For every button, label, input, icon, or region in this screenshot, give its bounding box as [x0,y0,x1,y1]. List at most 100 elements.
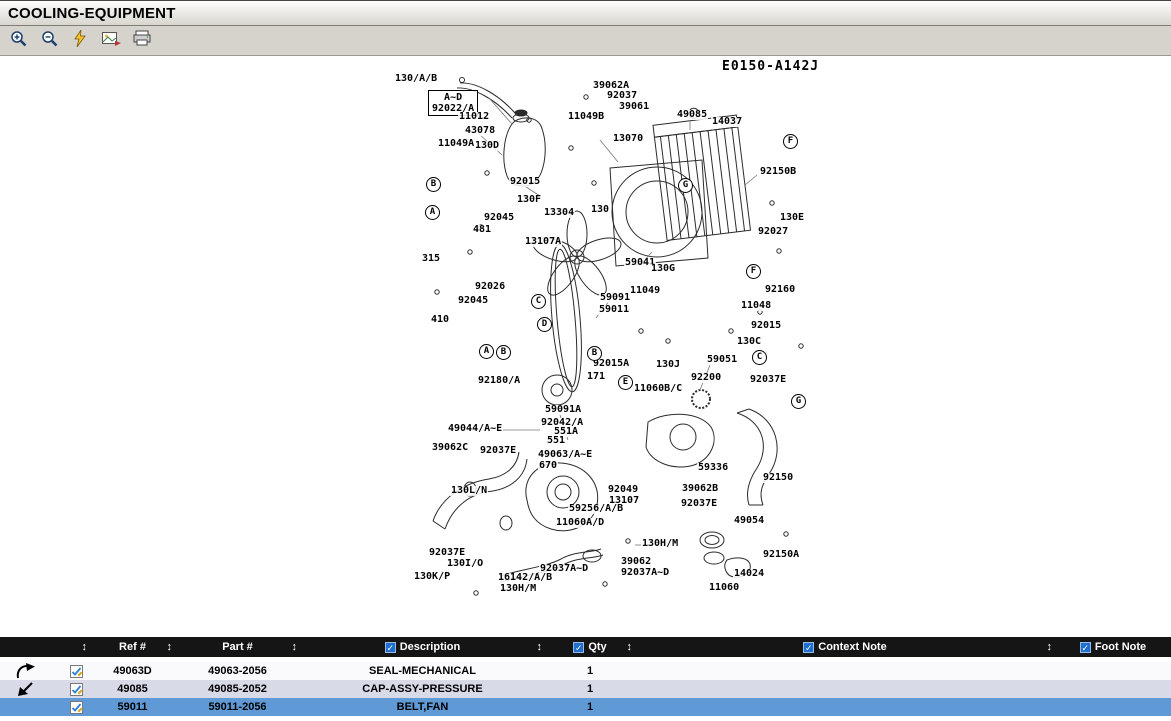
column-header-desc[interactable]: ✓Description↕ [300,637,545,657]
part-label-92037[interactable]: 92037 [606,91,638,101]
ref-circle-marker-G: G [791,394,806,409]
part-label-130H-M[interactable]: 130H/M [499,584,537,594]
part-label-130I-O[interactable]: 130I/O [446,559,484,569]
part-label-11060B-C[interactable]: 11060B/C [633,384,683,394]
column-checkbox-desc[interactable]: ✓ [385,642,396,653]
part-label-130D[interactable]: 130D [474,141,500,151]
part-label-670[interactable]: 670 [538,461,558,471]
part-label-551[interactable]: 551 [546,436,566,446]
cell-context [635,698,1055,716]
part-label-39062[interactable]: 39062 [620,557,652,567]
column-checkbox-qty[interactable]: ✓ [573,642,584,653]
part-label-13304[interactable]: 13304 [543,208,575,218]
part-label-92045[interactable]: 92045 [483,213,515,223]
part-label-130C[interactable]: 130C [736,337,762,347]
sort-icon[interactable]: ↕ [537,641,543,653]
part-label-11012[interactable]: 11012 [458,112,490,122]
sort-icon[interactable]: ↕ [627,641,633,653]
part-label-130-A-B[interactable]: 130/A/B [394,74,438,84]
part-label-11049B[interactable]: 11049B [567,112,605,122]
part-label-59091[interactable]: 59091 [599,293,631,303]
cell-foot [1055,680,1171,698]
part-label-92026[interactable]: 92026 [474,282,506,292]
part-label-130H-M[interactable]: 130H/M [641,539,679,549]
sort-icon[interactable]: ↕ [292,641,298,653]
part-label-92150B[interactable]: 92150B [759,167,797,177]
note-checkbox-icon[interactable] [70,683,83,696]
part-label-14024[interactable]: 14024 [733,569,765,579]
part-label-130L-N[interactable]: 130L/N [450,486,488,496]
part-label-92150A[interactable]: 92150A [762,550,800,560]
part-label-92037E[interactable]: 92037E [479,446,517,456]
part-label-410[interactable]: 410 [430,315,450,325]
part-label-49063-A-E[interactable]: 49063/A~E [537,450,593,460]
column-header-icons[interactable]: ↕ [0,637,90,657]
part-label-59051[interactable]: 59051 [706,355,738,365]
part-label-92027[interactable]: 92027 [757,227,789,237]
part-label-11060[interactable]: 11060 [708,583,740,593]
part-label-130[interactable]: 130 [590,205,610,215]
part-label-43078[interactable]: 43078 [464,126,496,136]
ref-circle-marker-C: C [752,350,767,365]
part-label-92037E[interactable]: 92037E [680,499,718,509]
table-row-49085[interactable]: 4908549085-2052CAP-ASSY-PRESSURE1 [0,680,1171,698]
part-label-130F[interactable]: 130F [516,195,542,205]
part-label-59336[interactable]: 59336 [697,463,729,473]
part-label-16142-A-B[interactable]: 16142/A/B [497,573,553,583]
part-label-171[interactable]: 171 [586,372,606,382]
part-label-92049[interactable]: 92049 [607,485,639,495]
part-label-130J[interactable]: 130J [655,360,681,370]
part-label-39061[interactable]: 39061 [618,102,650,112]
part-label-92150[interactable]: 92150 [762,473,794,483]
column-header-qty[interactable]: ✓Qty↕ [545,637,635,657]
part-label-59091A[interactable]: 59091A [544,405,582,415]
sort-icon[interactable]: ↕ [1047,641,1053,653]
part-label-13107A[interactable]: 13107A [524,237,562,247]
part-label-92015A[interactable]: 92015A [592,359,630,369]
part-label-11049[interactable]: 11049 [629,286,661,296]
part-label-11060A-D[interactable]: 11060A/D [555,518,605,528]
part-label-13070[interactable]: 13070 [612,134,644,144]
ref-circle-marker-A: A [425,205,440,220]
part-label-92045[interactable]: 92045 [457,296,489,306]
part-label-49044-A-E[interactable]: 49044/A~E [447,424,503,434]
note-checkbox-icon[interactable] [70,665,83,678]
part-label-92180-A[interactable]: 92180/A [477,376,521,386]
table-row-59011[interactable]: 5901159011-2056BELT,FAN1 [0,698,1171,716]
part-label-481[interactable]: 481 [472,225,492,235]
ref-circle-marker-E: E [618,375,633,390]
part-label-49085[interactable]: 49085 [676,110,708,120]
sort-icon[interactable]: ↕ [82,641,88,653]
table-row-49063D[interactable]: 49063D49063-2056SEAL-MECHANICAL1 [0,662,1171,680]
part-label-59256-A-B[interactable]: 59256/A/B [568,504,624,514]
part-label-92037A-D[interactable]: 92037A~D [620,568,670,578]
part-label-315[interactable]: 315 [421,254,441,264]
part-label-92015[interactable]: 92015 [750,321,782,331]
part-label-49054[interactable]: 49054 [733,516,765,526]
column-header-ref[interactable]: Ref # ↕ [90,637,175,657]
part-label-11048[interactable]: 11048 [740,301,772,311]
part-label-92015[interactable]: 92015 [509,177,541,187]
column-checkbox-context[interactable]: ✓ [803,642,814,653]
part-label-92200[interactable]: 92200 [690,373,722,383]
part-label-11049A[interactable]: 11049A [437,139,475,149]
part-label-130E[interactable]: 130E [779,213,805,223]
column-header-context[interactable]: ✓Context Note↕ [635,637,1055,657]
part-label-130K-P[interactable]: 130K/P [413,572,451,582]
column-checkbox-foot[interactable]: ✓ [1080,642,1091,653]
part-label-92037E[interactable]: 92037E [428,548,466,558]
part-label-14037[interactable]: 14037 [711,117,743,127]
part-label-39062B[interactable]: 39062B [681,484,719,494]
column-header-part[interactable]: Part #↕ [175,637,300,657]
part-label-92037E[interactable]: 92037E [749,375,787,385]
note-checkbox-icon[interactable] [70,701,83,714]
sort-icon[interactable]: ↕ [167,641,173,653]
part-label-39062C[interactable]: 39062C [431,443,469,453]
column-label-ref: Ref # [119,641,146,653]
forward-curved-arrow-icon[interactable] [0,663,52,680]
part-label-130G[interactable]: 130G [650,264,676,274]
back-arrow-icon[interactable] [0,681,52,697]
part-label-92160[interactable]: 92160 [764,285,796,295]
part-label-59011[interactable]: 59011 [598,305,630,315]
ref-circle-marker-C: C [531,294,546,309]
